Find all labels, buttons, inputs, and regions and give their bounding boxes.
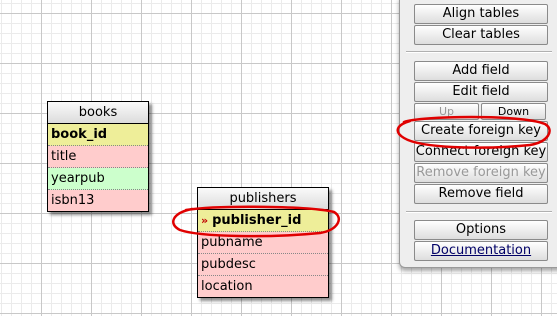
field-name: yearpub	[51, 171, 105, 186]
field-name: pubdesc	[201, 257, 256, 272]
field-title[interactable]: title	[48, 146, 148, 168]
options-button[interactable]: Options	[414, 220, 548, 240]
clear-tables-button[interactable]: Clear tables	[414, 25, 548, 45]
align-tables-button[interactable]: Align tables	[414, 4, 548, 24]
create-foreign-key-button[interactable]: Create foreign key	[414, 121, 548, 141]
field-location[interactable]: location	[198, 276, 328, 297]
add-field-button[interactable]: Add field	[414, 61, 548, 81]
field-name: location	[201, 279, 253, 294]
move-down-button[interactable]: Down	[481, 103, 546, 120]
table-title[interactable]: books	[48, 102, 148, 124]
field-name: title	[51, 149, 77, 164]
remove-foreign-key-button[interactable]: Remove foreign key	[414, 163, 548, 183]
panel-divider	[406, 51, 552, 53]
documentation-link[interactable]: Documentation	[414, 241, 548, 261]
field-isbn13[interactable]: isbn13	[48, 190, 148, 211]
field-pubname[interactable]: pubname	[198, 232, 328, 254]
field-publisher-id[interactable]: » publisher_id	[198, 210, 328, 232]
field-pubdesc[interactable]: pubdesc	[198, 254, 328, 276]
field-name: book_id	[51, 127, 108, 142]
field-name: publisher_id	[212, 213, 302, 228]
table-title[interactable]: publishers	[198, 188, 328, 210]
table-books[interactable]: books book_id title yearpub isbn13	[47, 101, 149, 212]
move-up-button[interactable]: Up	[414, 103, 479, 120]
field-name: pubname	[201, 235, 263, 250]
remove-field-button[interactable]: Remove field	[414, 184, 548, 204]
field-book-id[interactable]: book_id	[48, 124, 148, 146]
field-name: isbn13	[51, 193, 95, 208]
field-yearpub[interactable]: yearpub	[48, 168, 148, 190]
primary-key-marker-icon: »	[201, 214, 209, 227]
documentation-label: Documentation	[430, 243, 532, 258]
connect-foreign-key-button[interactable]: Connect foreign key	[414, 142, 548, 162]
table-publishers[interactable]: publishers » publisher_id pubname pubdesc…	[197, 187, 329, 298]
control-panel: Align tables Clear tables Add field Edit…	[399, 0, 557, 268]
panel-divider	[406, 211, 552, 213]
edit-field-button[interactable]: Edit field	[414, 82, 548, 102]
